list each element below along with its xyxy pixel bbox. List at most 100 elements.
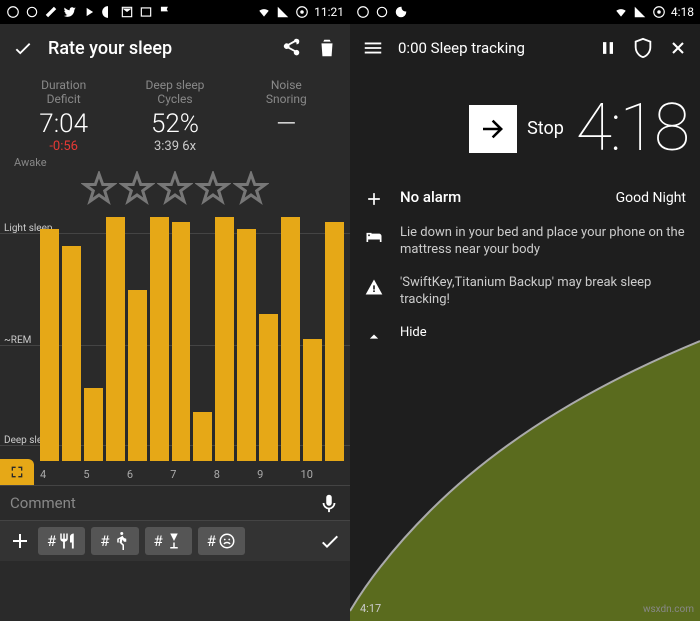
chart-bar [303, 339, 322, 461]
plus-icon[interactable] [364, 189, 384, 209]
stat-duration: Duration Deficit 7:04 -0:56 [8, 78, 119, 154]
stat-noise-label1: Noise [231, 78, 342, 92]
stat-deep-sub: 3:39 6x [119, 139, 230, 154]
stat-deep: Deep sleep Cycles 52% 3:39 6x [119, 78, 230, 154]
comment-input[interactable]: Comment [10, 494, 318, 512]
expand-chart-button[interactable] [0, 459, 34, 485]
right-screen: 4:18 0:00 Sleep tracking Stop 4:18 No al… [350, 0, 700, 621]
mail-icon [120, 5, 134, 19]
awake-label: Awake [14, 156, 350, 169]
circle-icon [375, 5, 389, 19]
warning-icon [364, 277, 384, 297]
stat-duration-label1: Duration [8, 78, 119, 92]
close-icon[interactable] [668, 38, 688, 58]
x-label: 4 [40, 468, 83, 481]
twitter-icon [63, 5, 77, 19]
x-label: 9 [257, 468, 300, 481]
star-4[interactable] [195, 171, 231, 207]
stat-duration-label2: Deficit [8, 92, 119, 106]
menu-icon[interactable] [362, 37, 384, 59]
moon-icon [394, 5, 408, 19]
chevron-up-icon[interactable] [364, 327, 384, 347]
x-label: 8 [214, 468, 257, 481]
stat-deep-label2: Cycles [119, 92, 230, 106]
hide-row[interactable]: Hide [350, 317, 700, 355]
app-icon [6, 5, 20, 19]
half-icon [101, 5, 115, 19]
chart-bar [128, 290, 147, 461]
chart-bar [62, 246, 81, 461]
status-time: 11:21 [314, 5, 344, 19]
tag-walk[interactable]: # [91, 527, 138, 555]
bottom-time: 4:17 [360, 602, 381, 615]
star-3[interactable] [157, 171, 193, 207]
chart-bar [193, 412, 212, 461]
chart-bar [281, 217, 300, 461]
target-icon [295, 5, 309, 19]
chart-bar [215, 217, 234, 461]
pause-icon[interactable] [598, 38, 618, 58]
chart-bar [150, 217, 169, 461]
window-icon [139, 5, 153, 19]
stat-duration-value: 7:04 [8, 109, 119, 139]
confirm-icon[interactable] [12, 37, 34, 59]
hint-row: Lie down in your bed and place your phon… [350, 217, 700, 267]
tag-drink[interactable]: # [145, 527, 192, 555]
stat-deep-label1: Deep sleep [119, 78, 230, 92]
stat-deep-value: 52% [119, 109, 230, 139]
tags-row: # # # # [0, 521, 350, 561]
status-bar-r: 4:18 [350, 0, 700, 24]
chart-bar [237, 229, 256, 461]
chart-bar [84, 388, 103, 461]
greeting-text: Good Night [616, 190, 686, 206]
play-icon [82, 5, 96, 19]
header-title: 0:00 Sleep tracking [398, 39, 584, 57]
chart-bar [325, 222, 344, 461]
shield-icon[interactable] [632, 37, 654, 59]
wifi-icon [614, 5, 628, 19]
rating-stars[interactable] [0, 169, 350, 213]
star-5[interactable] [233, 171, 269, 207]
ylabel-rem: ~REM [4, 335, 31, 346]
stats-row: Duration Deficit 7:04 -0:56 Deep sleep C… [0, 72, 350, 158]
tag-food[interactable]: # [38, 527, 85, 555]
stat-noise-value: — [231, 109, 342, 139]
add-tag-button[interactable] [8, 529, 32, 553]
star-1[interactable] [81, 171, 117, 207]
arrow-right-icon[interactable] [469, 105, 517, 153]
wifi-icon [257, 5, 271, 19]
status-bar: 11:21 [0, 0, 350, 24]
x-label: 10 [301, 468, 344, 481]
share-icon[interactable] [280, 37, 302, 59]
clock-display: 4:18 [576, 90, 688, 167]
app-icon [356, 5, 370, 19]
signal-icon [633, 5, 647, 19]
comment-row[interactable]: Comment [0, 485, 350, 521]
alarm-row[interactable]: No alarm Good Night [350, 179, 700, 217]
delete-icon[interactable] [316, 37, 338, 59]
page-title: Rate your sleep [48, 38, 266, 59]
warning-text: 'SwiftKey,Titanium Backup' may break sle… [400, 275, 686, 309]
status-time-r: 4:18 [671, 5, 694, 19]
app-bar-r: 0:00 Sleep tracking [350, 24, 700, 72]
hint-text: Lie down in your bed and place your phon… [400, 225, 686, 259]
chart-bar [259, 314, 278, 460]
star-2[interactable] [119, 171, 155, 207]
flag-icon [158, 5, 172, 19]
clock-row: Stop 4:18 [350, 72, 700, 179]
stop-button[interactable]: Stop [469, 105, 564, 153]
chart-bar [40, 229, 59, 461]
target-icon [652, 5, 666, 19]
alarm-text: No alarm [400, 188, 600, 208]
mic-icon[interactable] [318, 492, 340, 514]
watermark: wsxdn.com [643, 604, 694, 615]
x-label: 5 [83, 468, 126, 481]
hide-text: Hide [400, 325, 686, 342]
warning-row: 'SwiftKey,Titanium Backup' may break sle… [350, 267, 700, 317]
sleep-chart[interactable]: Light sleep ~REM Deep sleep 45678910 [0, 217, 350, 485]
tag-mood[interactable]: # [198, 527, 245, 555]
left-screen: 11:21 Rate your sleep Duration Deficit 7… [0, 0, 350, 621]
signal-icon [276, 5, 290, 19]
tags-confirm-button[interactable] [318, 529, 342, 553]
x-label: 6 [127, 468, 170, 481]
